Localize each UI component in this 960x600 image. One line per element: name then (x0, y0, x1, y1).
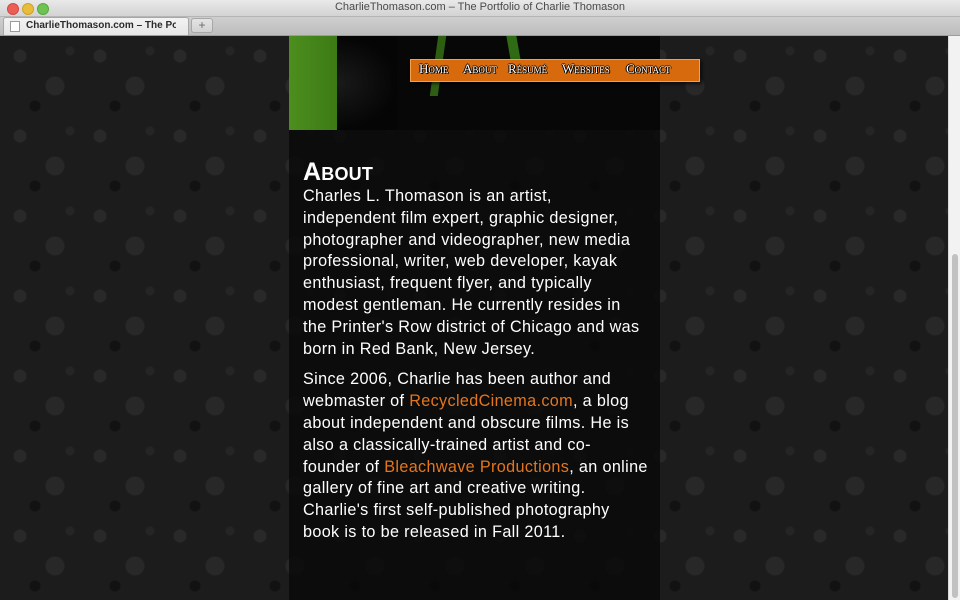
browser-tab[interactable]: CharlieThomason.com – The Po… (3, 17, 189, 35)
page-viewport: Home About Résumé Websites Contact About… (0, 36, 948, 600)
window-titlebar: CharlieThomason.com – The Portfolio of C… (0, 0, 960, 17)
main-nav: Home About Résumé Websites Contact (410, 59, 700, 82)
scrollbar-thumb[interactable] (952, 254, 958, 598)
nav-resume-link[interactable]: Résumé (508, 61, 547, 77)
nav-contact-link[interactable]: Contact (626, 61, 670, 77)
header-green-panel (289, 36, 337, 130)
nav-home-link[interactable]: Home (419, 61, 448, 77)
window-title: CharlieThomason.com – The Portfolio of C… (334, 1, 625, 13)
new-tab-button[interactable]: + (191, 18, 213, 33)
recycledcinema-link[interactable]: RecycledCinema.com (409, 392, 573, 410)
header-image (289, 36, 660, 130)
tab-label: CharlieThomason.com – The Po… (26, 20, 176, 31)
nav-about-link[interactable]: About (463, 61, 497, 77)
nav-websites-link[interactable]: Websites (562, 61, 610, 77)
header-shadow (337, 36, 397, 130)
about-section: About Charles L. Thomason is an artist, … (303, 158, 648, 553)
bleachwave-link[interactable]: Bleachwave Productions (384, 458, 569, 476)
about-paragraph-1: Charles L. Thomason is an artist, indepe… (303, 187, 640, 358)
tab-bar: CharlieThomason.com – The Po… + (0, 17, 960, 36)
vertical-scrollbar[interactable] (948, 36, 960, 600)
about-paragraph-2: Since 2006, Charlie has been author and … (303, 369, 648, 543)
page-title: About (303, 158, 374, 186)
page-favicon-icon (10, 21, 20, 32)
